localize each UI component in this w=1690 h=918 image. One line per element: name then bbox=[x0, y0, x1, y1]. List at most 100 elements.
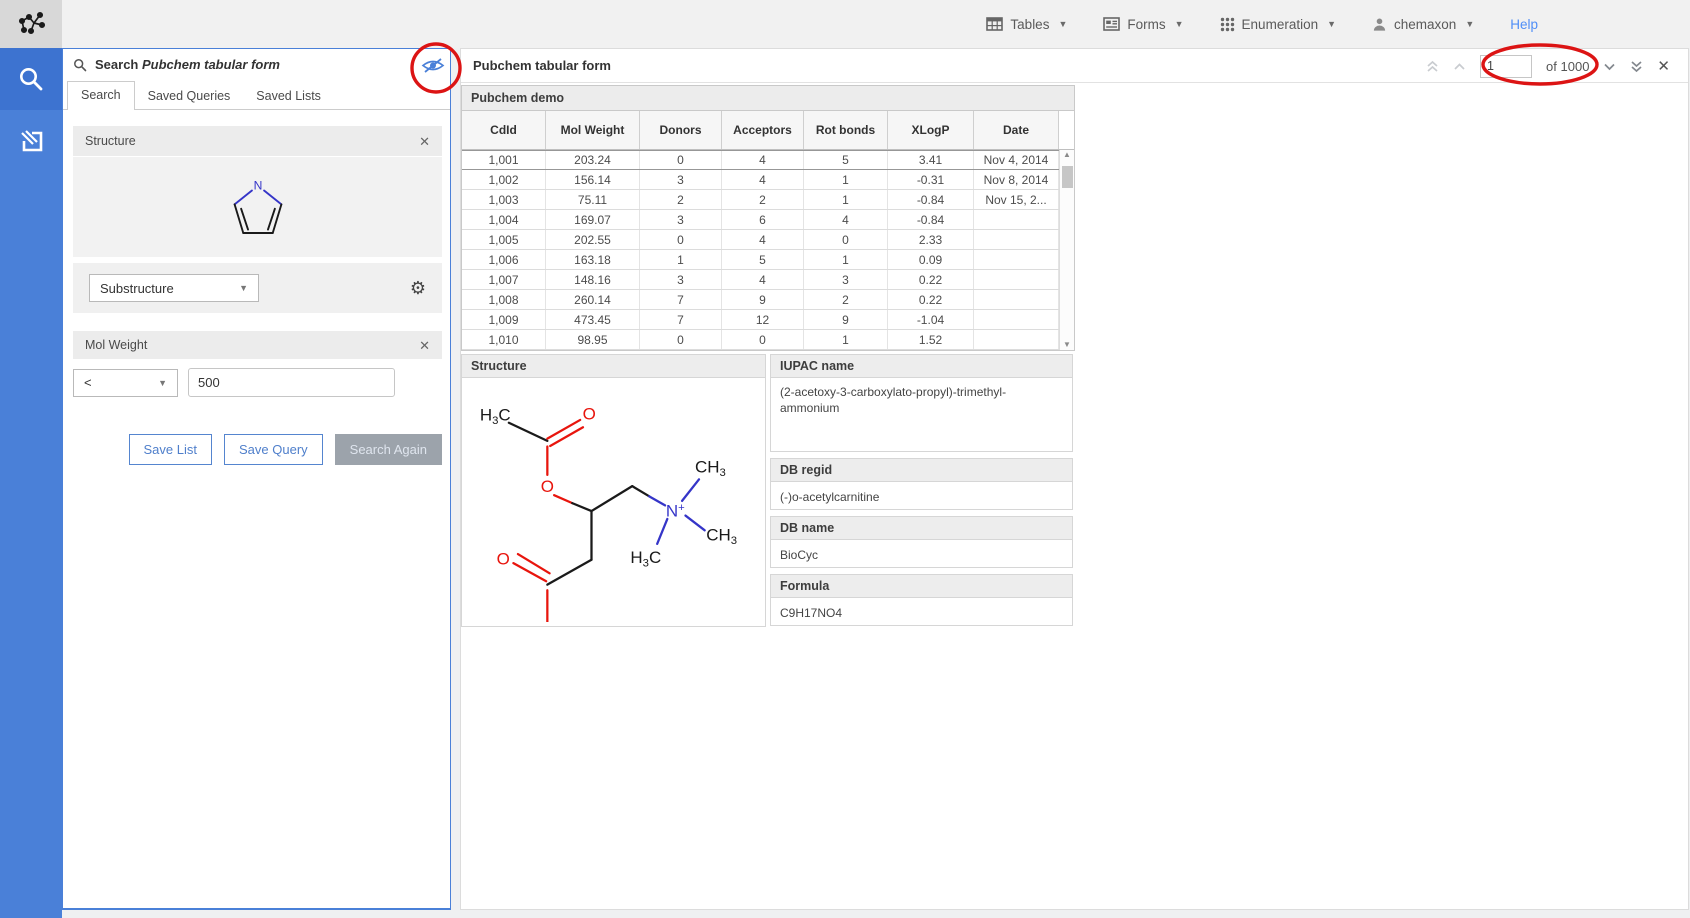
last-record-icon[interactable] bbox=[1630, 60, 1643, 73]
table-row[interactable]: 1,001203.240453.41Nov 4, 2014 bbox=[462, 150, 1074, 170]
scroll-down-icon[interactable]: ▼ bbox=[1063, 340, 1071, 350]
table-cell: 1,008 bbox=[462, 290, 546, 309]
table-row[interactable]: 1,01098.950011.52 bbox=[462, 330, 1074, 350]
hide-preview-button[interactable] bbox=[421, 57, 445, 79]
table-cell: Nov 8, 2014 bbox=[974, 170, 1059, 189]
structure-query-canvas[interactable]: N bbox=[73, 157, 442, 257]
tab-search[interactable]: Search bbox=[67, 81, 135, 110]
table-cell: 0.09 bbox=[888, 250, 974, 269]
search-type-select[interactable]: Substructure ▼ bbox=[89, 274, 259, 302]
grid-body: 1,001203.240453.41Nov 4, 20141,002156.14… bbox=[462, 150, 1074, 350]
table-cell: 1,004 bbox=[462, 210, 546, 229]
main-panel-header: Pubchem tabular form of 1000 ✕ bbox=[461, 49, 1688, 83]
main-form-panel: Pubchem tabular form of 1000 ✕ Pubchem d… bbox=[460, 48, 1689, 910]
search-panel-tabs: Search Saved Queries Saved Lists bbox=[63, 80, 450, 110]
table-cell: 12 bbox=[722, 310, 804, 329]
tab-saved-lists[interactable]: Saved Lists bbox=[243, 83, 334, 109]
scrollbar-thumb[interactable] bbox=[1062, 166, 1073, 188]
next-record-icon[interactable] bbox=[1603, 62, 1616, 71]
table-row[interactable]: 1,006163.181510.09 bbox=[462, 250, 1074, 270]
table-row[interactable]: 1,008260.147920.22 bbox=[462, 290, 1074, 310]
svg-text:O: O bbox=[497, 549, 510, 568]
sidebar-item-search[interactable] bbox=[0, 48, 62, 110]
table-cell: 0 bbox=[640, 151, 722, 169]
table-row[interactable]: 1,00375.11221-0.84Nov 15, 2... bbox=[462, 190, 1074, 210]
search-again-button[interactable]: Search Again bbox=[335, 434, 442, 465]
chevron-down-icon: ▼ bbox=[1327, 19, 1336, 29]
table-cell: 1 bbox=[804, 330, 888, 349]
table-row[interactable]: 1,009473.457129-1.04 bbox=[462, 310, 1074, 330]
pyrrole-structure: N bbox=[219, 166, 297, 248]
table-cell bbox=[974, 270, 1059, 289]
chemaxon-logo[interactable] bbox=[0, 0, 62, 48]
table-cell: 156.14 bbox=[546, 170, 640, 189]
table-cell: 98.95 bbox=[546, 330, 640, 349]
tab-saved-queries[interactable]: Saved Queries bbox=[135, 83, 244, 109]
close-icon[interactable]: ✕ bbox=[419, 339, 430, 352]
table-cell: 1 bbox=[804, 190, 888, 209]
svg-text:O: O bbox=[541, 477, 554, 496]
record-count-label: of 1000 bbox=[1546, 59, 1589, 74]
table-cell bbox=[974, 310, 1059, 329]
table-row[interactable]: 1,002156.14341-0.31Nov 8, 2014 bbox=[462, 170, 1074, 190]
scroll-up-icon[interactable]: ▲ bbox=[1063, 150, 1071, 160]
table-cell: 0.22 bbox=[888, 270, 974, 289]
save-list-button[interactable]: Save List bbox=[129, 434, 212, 465]
column-header-acceptors[interactable]: Acceptors bbox=[722, 111, 804, 149]
mol-weight-controls: < ▼ bbox=[73, 359, 442, 406]
search-title-form-name: Pubchem tabular form bbox=[142, 57, 280, 72]
table-cell: 1.52 bbox=[888, 330, 974, 349]
search-buttons-row: Save List Save Query Search Again bbox=[73, 434, 442, 465]
column-header-xlogp[interactable]: XLogP bbox=[888, 111, 974, 149]
table-cell: 5 bbox=[804, 151, 888, 169]
table-cell: 2 bbox=[640, 190, 722, 209]
column-header-date[interactable]: Date bbox=[974, 111, 1059, 149]
menu-enumeration[interactable]: Enumeration ▼ bbox=[1220, 17, 1336, 32]
vertical-scrollbar[interactable]: ▲ ▼ bbox=[1059, 150, 1074, 350]
help-link[interactable]: Help bbox=[1510, 17, 1538, 32]
chevron-down-icon: ▼ bbox=[158, 378, 167, 388]
record-number-input[interactable] bbox=[1480, 55, 1532, 78]
table-cell: 75.11 bbox=[546, 190, 640, 209]
column-header-rot-bonds[interactable]: Rot bonds bbox=[804, 111, 888, 149]
table-row[interactable]: 1,004169.07364-0.84 bbox=[462, 210, 1074, 230]
top-menu-bar: Tables ▼ Forms ▼ Enumeration bbox=[986, 0, 1538, 48]
table-cell: 2.33 bbox=[888, 230, 974, 249]
mol-weight-input[interactable] bbox=[188, 368, 395, 397]
previous-record-icon[interactable] bbox=[1453, 62, 1466, 71]
table-cell: 1,002 bbox=[462, 170, 546, 189]
field-formula-label: Formula bbox=[770, 574, 1073, 598]
svg-text:N+: N+ bbox=[666, 502, 685, 521]
table-cell: 4 bbox=[722, 270, 804, 289]
field-iupac-label: IUPAC name bbox=[770, 354, 1073, 378]
table-cell: 2 bbox=[722, 190, 804, 209]
gear-icon[interactable]: ⚙ bbox=[410, 278, 426, 299]
field-db-name: DB name BioCyc bbox=[770, 516, 1073, 568]
table-cell: 0 bbox=[804, 230, 888, 249]
menu-forms[interactable]: Forms ▼ bbox=[1103, 17, 1183, 32]
close-icon[interactable]: ✕ bbox=[419, 135, 430, 148]
column-header-cdid[interactable]: CdId bbox=[462, 111, 546, 149]
save-query-button[interactable]: Save Query bbox=[224, 434, 323, 465]
field-db-regid-value: (-)o-acetylcarnitine bbox=[770, 482, 1073, 510]
table-cell: 9 bbox=[722, 290, 804, 309]
structure-detail-canvas[interactable]: H3C O O N+ CH3 CH3 H3C O O− bbox=[461, 378, 766, 627]
search-panel: Search Pubchem tabular form Search Saved… bbox=[62, 48, 451, 910]
search-icon bbox=[17, 65, 45, 93]
field-formula: Formula C9H17NO4 bbox=[770, 574, 1073, 626]
field-iupac-name: IUPAC name (2-acetoxy-3-carboxylato-prop… bbox=[770, 354, 1073, 452]
first-record-icon[interactable] bbox=[1426, 60, 1439, 73]
molecule-logo-icon bbox=[16, 9, 46, 39]
operator-select[interactable]: < ▼ bbox=[73, 369, 178, 397]
close-form-icon[interactable]: ✕ bbox=[1657, 57, 1670, 75]
table-row[interactable]: 1,007148.163430.22 bbox=[462, 270, 1074, 290]
table-cell: 0.22 bbox=[888, 290, 974, 309]
menu-tables[interactable]: Tables ▼ bbox=[986, 17, 1067, 32]
sidebar-item-form-designer[interactable] bbox=[0, 110, 62, 172]
menu-user[interactable]: chemaxon ▼ bbox=[1372, 17, 1474, 32]
search-panel-header: Search Pubchem tabular form bbox=[63, 49, 450, 80]
column-header-donors[interactable]: Donors bbox=[640, 111, 722, 149]
column-header-mol-weight[interactable]: Mol Weight bbox=[546, 111, 640, 149]
table-cell: 7 bbox=[640, 310, 722, 329]
table-row[interactable]: 1,005202.550402.33 bbox=[462, 230, 1074, 250]
